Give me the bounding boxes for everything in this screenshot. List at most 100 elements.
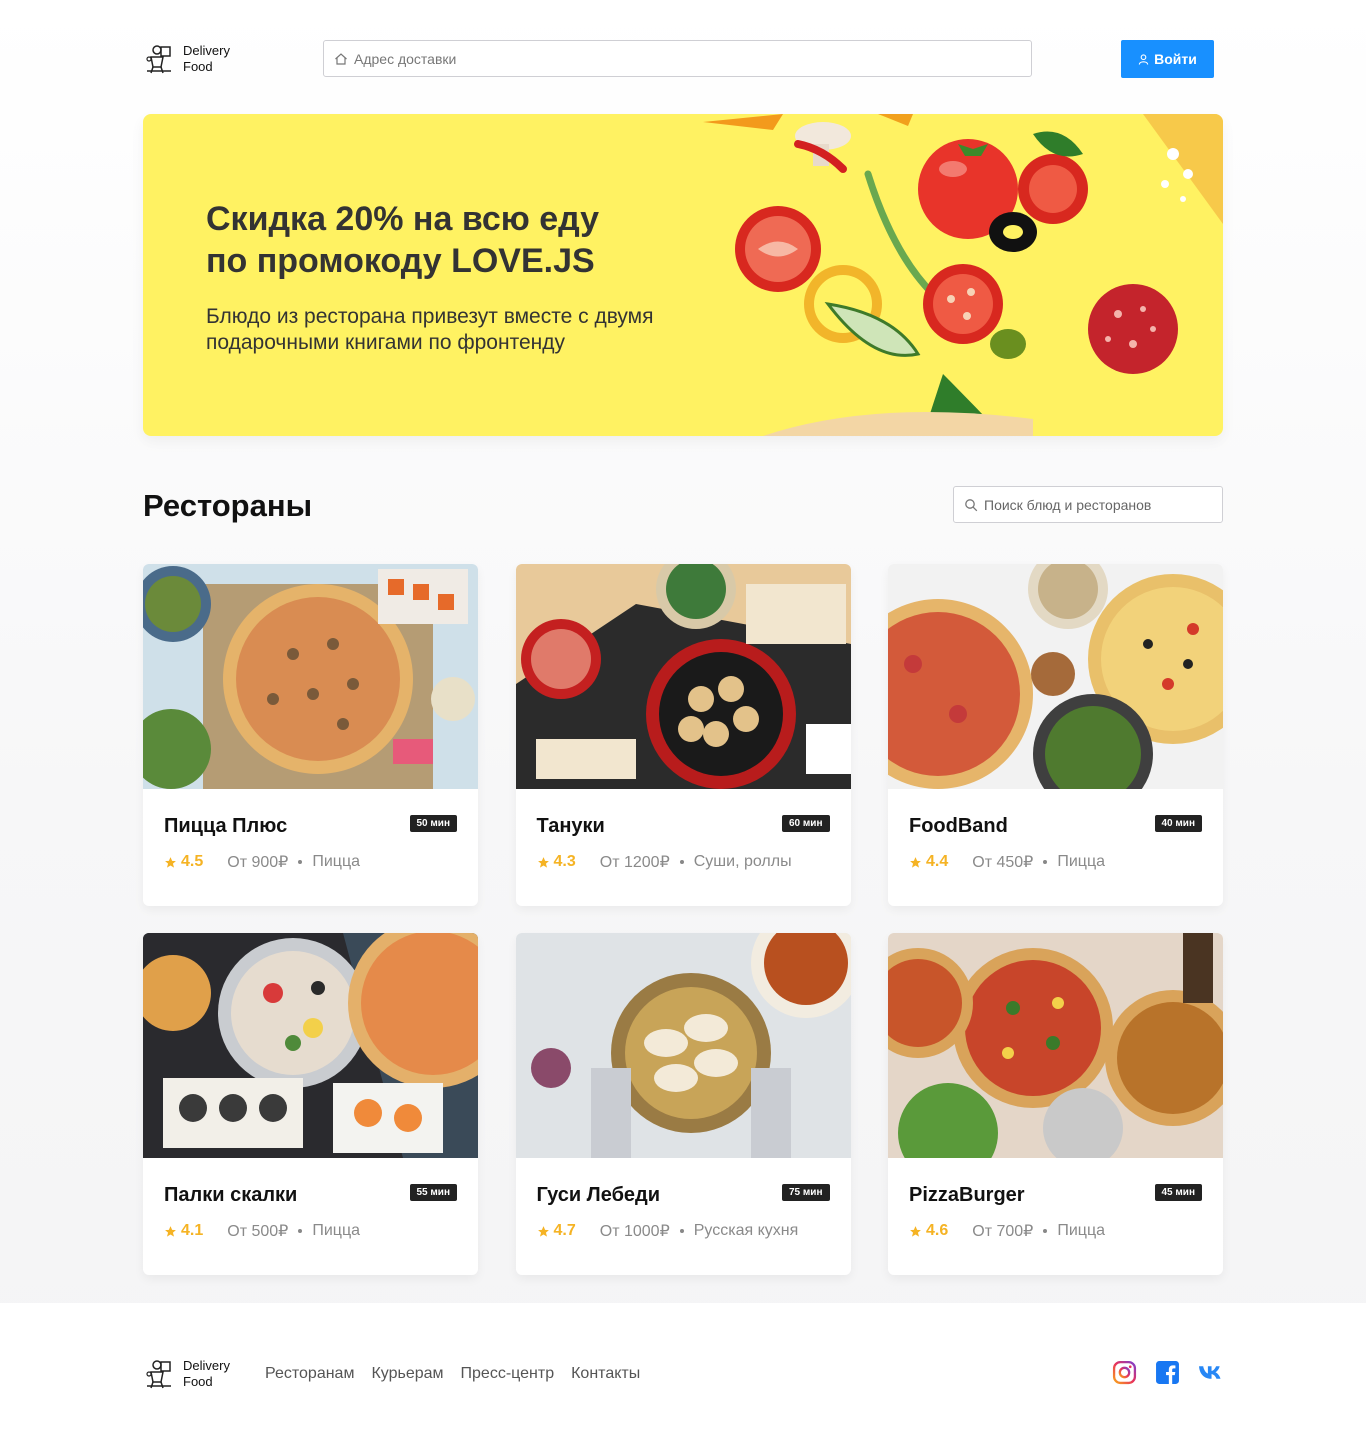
logo-icon: [146, 1360, 171, 1389]
user-icon: [1138, 53, 1149, 65]
price: От 900₽: [227, 854, 289, 871]
delivery-time-badge: 40 мин: [1154, 815, 1202, 832]
separator-dot: [298, 860, 303, 864]
star-icon: [165, 856, 176, 868]
rating-value: 4.6: [926, 1222, 949, 1239]
star-icon: [537, 856, 549, 868]
logo-icon: [146, 45, 171, 74]
rating: 4.3: [537, 853, 576, 871]
restaurant-photo: [888, 564, 1223, 789]
header: Delivery Food Войти: [143, 40, 1223, 78]
delivery-time-badge: 75 мин: [782, 1184, 830, 1201]
vk-icon[interactable]: [1198, 1360, 1223, 1385]
restaurant-name: Пицца Плюс: [164, 815, 288, 837]
restaurant-photo: [888, 933, 1223, 1158]
vegetables-illustration: [703, 114, 1223, 436]
delivery-time-badge: 45 мин: [1154, 1184, 1202, 1201]
rating-value: 4.5: [181, 853, 204, 870]
restaurant-info: 4.3 От 1200₽ Суши, роллы: [537, 852, 792, 872]
footer-link-couriers[interactable]: Курьерам: [371, 1365, 443, 1383]
restaurant-info: 4.1 От 500₽ Пицца: [164, 1221, 360, 1241]
category: Русская кухня: [693, 1222, 799, 1239]
logo-line1: Delivery: [183, 1358, 230, 1373]
login-label: Войти: [1154, 51, 1197, 67]
search-field[interactable]: [953, 486, 1223, 523]
restaurant-info: 4.4 От 450₽ Пицца: [909, 852, 1105, 872]
restaurant-card[interactable]: Гуси Лебеди 75 мин 4.7 От 1000₽ Русская …: [515, 933, 851, 1275]
delivery-time-badge: 55 мин: [409, 1184, 457, 1201]
restaurant-photo: [515, 933, 851, 1158]
rating-value: 4.4: [926, 853, 949, 870]
rating: 4.6: [909, 1222, 948, 1240]
rating: 4.4: [909, 853, 948, 871]
login-button[interactable]: Войти: [1121, 40, 1214, 78]
restaurant-card[interactable]: Палки скалки 55 мин 4.1 От 500₽ Пицца: [143, 933, 478, 1275]
restaurant-name: FoodBand: [909, 815, 1008, 837]
footer-link-restaurants[interactable]: Ресторанам: [265, 1365, 354, 1383]
restaurant-info: 4.6 От 700₽ Пицца: [909, 1221, 1105, 1241]
category: Пицца: [1057, 853, 1106, 870]
price: От 1000₽: [599, 1223, 670, 1240]
address-input[interactable]: [354, 50, 994, 67]
search-input[interactable]: [984, 496, 1204, 513]
rating: 4.5: [164, 853, 203, 871]
restaurant-card[interactable]: Тануки 60 мин 4.3 От 1200₽ Суши, роллы: [515, 564, 851, 906]
rating-value: 4.3: [553, 853, 576, 870]
star-icon: [165, 1225, 176, 1237]
restaurants-title: Рестораны: [143, 488, 313, 523]
restaurant-photo: [515, 564, 851, 789]
restaurant-info: 4.5 От 900₽ Пицца: [164, 852, 360, 872]
restaurant-name: Палки скалки: [164, 1184, 298, 1206]
promo-title: Скидка 20% на всю еду по промокоду LOVE.…: [206, 198, 726, 282]
price: От 450₽: [972, 854, 1034, 871]
rating-value: 4.7: [553, 1222, 576, 1239]
star-icon: [537, 1225, 549, 1237]
restaurant-card[interactable]: PizzaBurger 45 мин 4.6 От 700₽ Пицца: [888, 933, 1223, 1275]
logo-line2: Food: [183, 1374, 213, 1389]
facebook-icon[interactable]: [1155, 1360, 1180, 1385]
logo-line1: Delivery: [183, 43, 230, 58]
footer-link-press[interactable]: Пресс-центр: [461, 1365, 555, 1383]
promo-banner: Скидка 20% на всю еду по промокоду LOVE.…: [143, 114, 1223, 436]
address-field[interactable]: [323, 40, 1032, 77]
star-icon: [910, 856, 921, 868]
social-links: [1112, 1360, 1223, 1385]
search-icon: [965, 498, 978, 511]
instagram-icon[interactable]: [1112, 1360, 1137, 1385]
restaurant-name: PizzaBurger: [909, 1184, 1025, 1206]
category: Суши, роллы: [693, 853, 792, 870]
footer-link-contacts[interactable]: Контакты: [571, 1365, 640, 1383]
restaurant-card[interactable]: Пицца Плюс 50 мин 4.5 От 900₽ Пицца: [143, 564, 478, 906]
rating-value: 4.1: [181, 1222, 204, 1239]
home-icon: [335, 52, 347, 65]
promo-text-line2: подарочными книгами по фронтенду: [206, 331, 565, 354]
separator-dot: [1043, 1229, 1048, 1233]
restaurant-name: Гуси Лебеди: [536, 1184, 661, 1206]
category: Пицца: [312, 853, 361, 870]
promo-title-line2: по промокоду LOVE.JS: [206, 242, 595, 280]
rating: 4.7: [537, 1222, 576, 1240]
separator-dot: [679, 860, 684, 864]
restaurant-photo: [143, 564, 478, 789]
rating: 4.1: [164, 1222, 203, 1240]
restaurant-card[interactable]: FoodBand 40 мин 4.4 От 450₽ Пицца: [888, 564, 1223, 906]
promo-title-line1: Скидка 20% на всю еду: [206, 200, 600, 238]
restaurant-name: Тануки: [536, 815, 605, 837]
promo-text-line1: Блюдо из ресторана привезут вместе с дву…: [206, 305, 654, 328]
logo[interactable]: Delivery Food: [143, 43, 323, 75]
restaurant-info: 4.7 От 1000₽ Русская кухня: [537, 1221, 799, 1241]
delivery-time-badge: 50 мин: [409, 815, 457, 832]
price: От 700₽: [972, 1223, 1034, 1240]
separator-dot: [298, 1229, 303, 1233]
separator-dot: [679, 1229, 684, 1233]
logo-line2: Food: [183, 59, 213, 74]
price: От 500₽: [227, 1223, 289, 1240]
category: Пицца: [312, 1222, 361, 1239]
restaurant-photo: [143, 933, 478, 1158]
separator-dot: [1043, 860, 1048, 864]
delivery-time-badge: 60 мин: [782, 815, 830, 832]
restaurants-header: Рестораны: [143, 486, 1223, 524]
star-icon: [910, 1225, 921, 1237]
footer: Delivery Food Ресторанам Курьерам Пресс-…: [143, 1355, 1223, 1393]
restaurant-grid: Пицца Плюс 50 мин 4.5 От 900₽ Пицца Тану…: [143, 564, 1223, 1275]
